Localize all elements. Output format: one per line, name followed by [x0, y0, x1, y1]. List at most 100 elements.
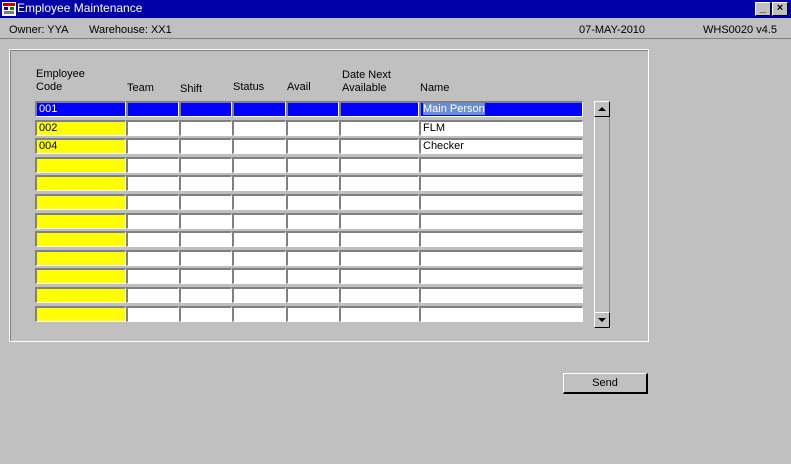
cell-avail[interactable] [286, 268, 339, 284]
cell-status[interactable] [232, 175, 286, 191]
cell-avail[interactable] [286, 175, 339, 191]
cell-date-next[interactable] [339, 268, 419, 284]
selected-name-text: Main Person [423, 103, 485, 115]
cell-code[interactable] [35, 157, 126, 173]
cell-name[interactable] [419, 268, 583, 284]
header-date-next-line1: Date Next [342, 69, 391, 81]
cell-shift[interactable] [179, 268, 232, 284]
header-date-next-line2: Available [342, 82, 387, 94]
cell-avail[interactable] [286, 157, 339, 173]
cell-avail[interactable] [286, 120, 339, 136]
scroll-track[interactable] [594, 117, 610, 312]
cell-avail[interactable] [286, 194, 339, 210]
cell-team[interactable] [126, 268, 179, 284]
cell-shift[interactable] [179, 250, 232, 266]
cell-team[interactable] [126, 287, 179, 303]
cell-shift[interactable] [179, 175, 232, 191]
cell-shift[interactable] [179, 120, 232, 136]
cell-name[interactable]: FLM [419, 120, 583, 136]
cell-code[interactable]: 001 [35, 101, 126, 117]
cell-code[interactable] [35, 250, 126, 266]
cell-code[interactable] [35, 213, 126, 229]
header-employee-line2: Code [36, 81, 63, 93]
cell-date-next[interactable] [339, 101, 419, 117]
cell-avail[interactable] [286, 306, 339, 322]
cell-code[interactable]: 004 [35, 138, 126, 154]
cell-date-next[interactable] [339, 250, 419, 266]
cell-avail[interactable] [286, 101, 339, 117]
cell-name[interactable] [419, 157, 583, 173]
cell-team[interactable] [126, 101, 179, 117]
cell-code[interactable] [35, 175, 126, 191]
cell-avail[interactable] [286, 250, 339, 266]
cell-name[interactable] [419, 175, 583, 191]
cell-date-next[interactable] [339, 306, 419, 322]
cell-status[interactable] [232, 101, 286, 117]
cell-avail[interactable] [286, 138, 339, 154]
cell-status[interactable] [232, 157, 286, 173]
cell-code[interactable] [35, 287, 126, 303]
cell-avail[interactable] [286, 213, 339, 229]
minimize-icon: _ [759, 2, 767, 14]
cell-shift[interactable] [179, 138, 232, 154]
cell-team[interactable] [126, 231, 179, 247]
cell-name[interactable]: Main Person [419, 101, 583, 117]
cell-shift[interactable] [179, 213, 232, 229]
cell-team[interactable] [126, 157, 179, 173]
cell-status[interactable] [232, 213, 286, 229]
cell-name[interactable]: Checker [419, 138, 583, 154]
window-title: Employee Maintenance [17, 1, 143, 15]
cell-code[interactable]: 002 [35, 120, 126, 136]
cell-status[interactable] [232, 231, 286, 247]
cell-date-next[interactable] [339, 194, 419, 210]
header-name: Name [420, 82, 450, 94]
cell-code[interactable] [35, 268, 126, 284]
cell-team[interactable] [126, 213, 179, 229]
cell-name[interactable] [419, 231, 583, 247]
cell-status[interactable] [232, 306, 286, 322]
cell-team[interactable] [126, 250, 179, 266]
cell-date-next[interactable] [339, 175, 419, 191]
cell-status[interactable] [232, 120, 286, 136]
cell-status[interactable] [232, 268, 286, 284]
cell-code[interactable] [35, 306, 126, 322]
cell-code[interactable] [35, 231, 126, 247]
cell-date-next[interactable] [339, 157, 419, 173]
cell-team[interactable] [126, 138, 179, 154]
cell-name[interactable] [419, 194, 583, 210]
cell-status[interactable] [232, 138, 286, 154]
minimize-button[interactable]: _ [755, 2, 771, 16]
cell-shift[interactable] [179, 157, 232, 173]
close-button[interactable]: × [772, 2, 788, 16]
cell-avail[interactable] [286, 287, 339, 303]
send-button[interactable]: Send [563, 373, 648, 394]
vertical-scrollbar[interactable] [594, 101, 610, 328]
scroll-down-button[interactable] [594, 312, 610, 328]
cell-team[interactable] [126, 194, 179, 210]
cell-date-next[interactable] [339, 231, 419, 247]
cell-name[interactable] [419, 250, 583, 266]
cell-team[interactable] [126, 306, 179, 322]
cell-shift[interactable] [179, 231, 232, 247]
scroll-up-button[interactable] [594, 101, 610, 117]
cell-shift[interactable] [179, 287, 232, 303]
cell-avail[interactable] [286, 231, 339, 247]
cell-team[interactable] [126, 175, 179, 191]
cell-name[interactable] [419, 287, 583, 303]
cell-status[interactable] [232, 287, 286, 303]
cell-date-next[interactable] [339, 287, 419, 303]
title-bar[interactable]: Employee Maintenance _ × [0, 0, 791, 18]
cell-code[interactable] [35, 194, 126, 210]
cell-shift[interactable] [179, 101, 232, 117]
header-employee-code: Employee Code [36, 68, 85, 94]
cell-status[interactable] [232, 250, 286, 266]
cell-team[interactable] [126, 120, 179, 136]
cell-name[interactable] [419, 306, 583, 322]
cell-date-next[interactable] [339, 138, 419, 154]
cell-name[interactable] [419, 213, 583, 229]
cell-shift[interactable] [179, 306, 232, 322]
cell-date-next[interactable] [339, 120, 419, 136]
cell-shift[interactable] [179, 194, 232, 210]
cell-date-next[interactable] [339, 213, 419, 229]
cell-status[interactable] [232, 194, 286, 210]
